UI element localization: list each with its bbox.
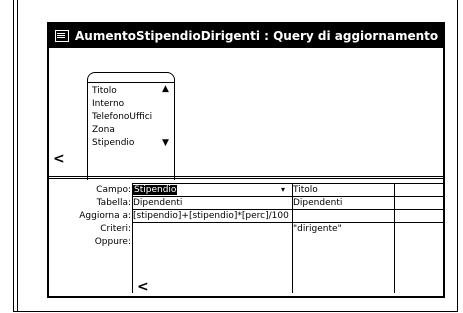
dropdown-arrow-icon[interactable]: ▾ — [281, 185, 285, 194]
grid-scroll-left-icon[interactable]: < — [137, 280, 149, 294]
row-label-tabella: Tabella: — [96, 198, 131, 208]
field-item[interactable]: Stipendio — [92, 137, 134, 150]
design-grid: Campo: Tabella: Aggiorna a: Criteri: Opp… — [49, 180, 443, 296]
outer-frame-line — [17, 0, 18, 312]
row-label-criteri: Criteri: — [100, 224, 131, 234]
field-item[interactable]: Interno — [92, 98, 124, 111]
title-bar[interactable]: AumentoStipendioDirigenti : Query di agg… — [49, 24, 443, 48]
row-label-campo: Campo: — [96, 185, 131, 195]
grid-line — [394, 183, 395, 293]
campo-value-1[interactable]: Stipendio — [133, 185, 178, 195]
table-field-list[interactable]: Titolo Interno TelefonoUffici Zona Stipe… — [87, 82, 175, 182]
pane-divider[interactable] — [49, 176, 443, 179]
field-item[interactable]: TelefonoUffici — [92, 111, 152, 124]
tabella-cell-1[interactable]: Dipendenti — [133, 197, 291, 210]
campo-cell-1[interactable]: Stipendio — [133, 184, 291, 197]
scroll-up-icon[interactable]: ▲ — [162, 84, 169, 94]
query-window: AumentoStipendioDirigenti : Query di agg… — [47, 22, 445, 298]
scroll-down-icon[interactable]: ▼ — [162, 138, 169, 148]
query-icon — [55, 30, 69, 42]
field-item[interactable]: Zona — [92, 124, 115, 137]
table-pane: Titolo Interno TelefonoUffici Zona Stipe… — [49, 48, 443, 182]
criteri-cell-2[interactable]: "dirigente" — [293, 223, 393, 236]
field-item[interactable]: Titolo — [92, 85, 117, 98]
window-title: AumentoStipendioDirigenti : Query di agg… — [75, 29, 439, 43]
row-label-aggiorna: Aggiorna a: — [79, 211, 131, 221]
row-label-oppure: Oppure: — [94, 237, 131, 247]
aggiorna-cell-1[interactable]: [stipendio]+[stipendio]*[perc]/100 — [133, 210, 291, 223]
campo-cell-2[interactable]: Titolo — [293, 184, 393, 197]
tabella-cell-2[interactable]: Dipendenti — [293, 197, 393, 210]
scroll-left-icon[interactable]: < — [53, 152, 65, 166]
